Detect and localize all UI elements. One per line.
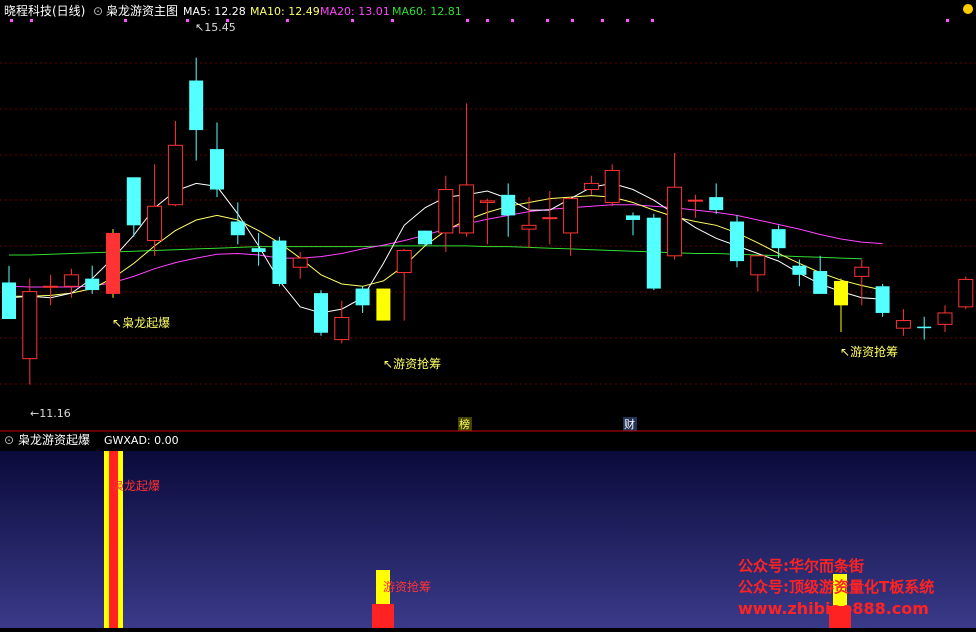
signal-label-3: ↖游资抢筹	[840, 344, 898, 359]
top-dot-3	[186, 19, 189, 22]
high-price-label: ↖15.45	[195, 21, 236, 34]
candle-body-46	[958, 278, 974, 308]
candle-body-12	[251, 248, 266, 252]
ma10-label: MA10: 12.49	[250, 5, 320, 18]
candle-body-8	[167, 144, 183, 206]
stock-chart[interactable]: 晓程科技(日线) ⊙ 枭龙游资主图 MA5: 12.28 MA10: 12.49…	[0, 0, 976, 628]
candle-body-2	[43, 285, 59, 288]
sub-panel-value: GWXAD: 0.00	[104, 434, 179, 447]
candle-body-15	[314, 293, 328, 333]
stock-title: 晓程科技(日线)	[4, 3, 85, 18]
sub-bar-red-1	[109, 451, 118, 628]
candle-body-33	[687, 199, 703, 202]
watermark-line-3: www.zhibiao888.com	[738, 599, 929, 618]
candle-body-13	[272, 240, 287, 284]
candle-body-35	[730, 221, 744, 262]
watermark-line-1: 公众号:华尔而条街	[738, 557, 864, 575]
candle-body-41	[854, 266, 870, 277]
candle-body-39	[813, 271, 828, 294]
chevron-down-icon[interactable]: ⊙	[93, 4, 103, 18]
top-dot-13	[601, 19, 604, 22]
chart-stage: 晓程科技(日线) ⊙ 枭龙游资主图 MA5: 12.28 MA10: 12.49…	[0, 0, 976, 628]
candle-body-3	[63, 274, 79, 287]
candle-body-5	[106, 232, 120, 294]
finance-marker-label: 财	[624, 417, 635, 431]
top-dot-8	[466, 19, 469, 22]
candle-body-14	[292, 257, 308, 268]
watermark-line-2: 公众号:顶级游资量化T板系统	[738, 578, 934, 596]
candle-body-4	[85, 278, 100, 291]
candle-body-29	[604, 169, 620, 203]
candle-body-9	[189, 80, 204, 131]
top-dot-2	[124, 19, 127, 22]
settings-icon[interactable]	[963, 4, 973, 14]
top-dot-16	[946, 19, 949, 22]
top-dot-5	[286, 19, 289, 22]
ma60-label: MA60: 12.81	[392, 5, 462, 18]
candle-body-24	[501, 194, 516, 216]
candle-body-28	[583, 182, 599, 190]
candle-body-19	[396, 249, 412, 274]
candle-body-17	[355, 288, 370, 306]
top-dot-9	[486, 19, 489, 22]
candle-body-10	[210, 149, 224, 190]
signal-label-2: ↖游资抢筹	[383, 356, 441, 371]
sub-signal-label-2: 游资抢筹	[383, 579, 431, 594]
ma5-label: MA5: 12.28	[183, 5, 246, 18]
candle-body-11	[230, 221, 245, 236]
sub-chevron-icon[interactable]: ⊙	[4, 433, 14, 447]
candle-body-43	[895, 320, 911, 329]
candle-body-22	[459, 184, 475, 234]
candle-body-32	[667, 186, 683, 257]
candle-body-16	[334, 317, 350, 341]
sub-bar-red-2	[372, 604, 394, 628]
candle-body-40	[834, 280, 848, 306]
candle-body-37	[771, 229, 786, 249]
top-dot-0	[10, 19, 13, 22]
top-dot-1	[30, 19, 33, 22]
top-dot-6	[351, 19, 354, 22]
candle-body-34	[709, 197, 724, 211]
candle-body-7	[147, 205, 163, 242]
candle-body-21	[438, 188, 454, 234]
signal-label-1: ↖枭龙起爆	[112, 315, 170, 330]
candle-body-45	[937, 312, 953, 325]
top-dot-15	[651, 19, 654, 22]
candle-body-23	[479, 200, 495, 203]
candle-body-1	[22, 291, 38, 360]
indicator-name[interactable]: 枭龙游资主图	[106, 3, 178, 18]
candle-body-38	[792, 265, 807, 275]
top-dot-11	[546, 19, 549, 22]
ma20-label: MA20: 13.01	[320, 5, 390, 18]
top-dot-12	[571, 19, 574, 22]
candle-body-42	[875, 286, 890, 313]
candle-body-0	[2, 282, 16, 320]
candle-body-25	[521, 224, 537, 230]
rank-marker-label: 榜	[459, 417, 470, 431]
candle-body-18	[376, 288, 391, 321]
top-dot-14	[626, 19, 629, 22]
candle-body-31	[646, 217, 661, 289]
sub-panel-title[interactable]: 枭龙游资起爆	[18, 432, 90, 447]
candle-body-36	[750, 255, 766, 276]
candle-body-44	[917, 326, 932, 329]
top-dot-7	[391, 19, 394, 22]
top-dot-10	[511, 19, 514, 22]
candle-body-27	[563, 198, 579, 234]
low-price-label: ←11.16	[30, 407, 71, 420]
candle-body-20	[418, 230, 432, 245]
candle-body-30	[626, 215, 640, 220]
sub-signal-label-1: 枭龙起爆	[112, 478, 160, 493]
candle-body-6	[126, 177, 141, 226]
candle-body-26	[542, 217, 558, 220]
